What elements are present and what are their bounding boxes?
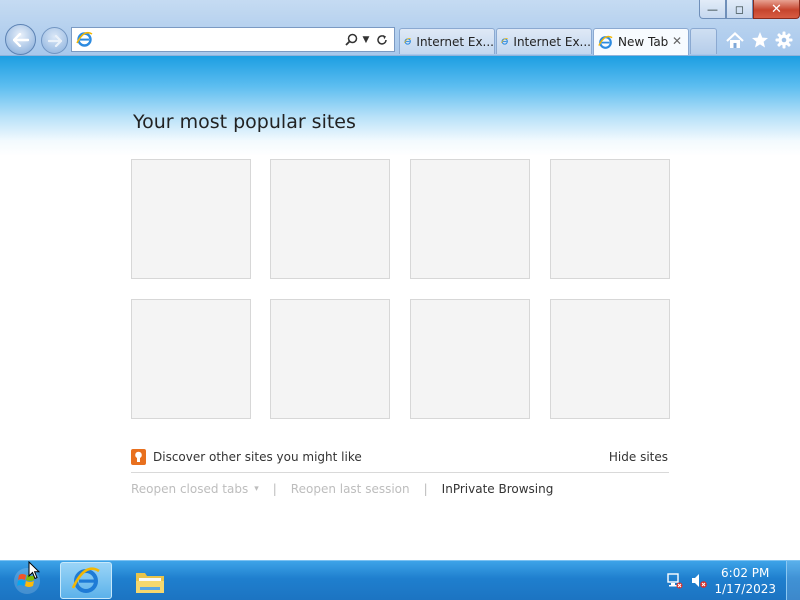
taskbar: 6:02 PM 1/17/2023 bbox=[0, 560, 800, 600]
refresh-icon[interactable] bbox=[375, 31, 389, 48]
tab-label: Internet Ex... bbox=[416, 34, 494, 49]
site-tile[interactable] bbox=[410, 159, 530, 279]
volume-muted-icon[interactable] bbox=[690, 573, 708, 589]
site-tile[interactable] bbox=[270, 159, 390, 279]
windows-explorer-icon bbox=[136, 572, 164, 593]
chevron-down-icon[interactable]: ▾ bbox=[254, 484, 259, 494]
ie-page-icon bbox=[76, 31, 93, 47]
clock-time: 6:02 PM bbox=[721, 566, 770, 580]
address-bar[interactable]: ▼ bbox=[71, 27, 395, 52]
window-controls: — ◻ ✕ bbox=[699, 0, 800, 20]
tab-new-tab[interactable]: New Tab ✕ bbox=[593, 28, 689, 55]
site-tile[interactable] bbox=[410, 299, 530, 419]
taskbar-internet-explorer[interactable] bbox=[60, 562, 112, 599]
clock-date: 1/17/2023 bbox=[714, 582, 776, 596]
site-tile[interactable] bbox=[270, 299, 390, 419]
site-tile[interactable] bbox=[131, 159, 251, 279]
network-icon[interactable] bbox=[666, 573, 684, 589]
back-button[interactable] bbox=[5, 24, 36, 55]
reopen-last-session-link[interactable]: Reopen last session bbox=[291, 482, 410, 496]
tab-internet-explorer-1[interactable]: Internet Ex... bbox=[399, 28, 495, 54]
tab-label: New Tab bbox=[618, 35, 669, 49]
lightbulb-icon bbox=[131, 449, 146, 465]
forward-button[interactable] bbox=[41, 27, 68, 54]
divider bbox=[131, 472, 669, 473]
discover-row: Discover other sites you might like Hide… bbox=[131, 449, 669, 471]
forward-arrow-icon bbox=[47, 34, 62, 47]
separator: | bbox=[272, 482, 277, 496]
reopen-closed-tabs-link[interactable]: Reopen closed tabs bbox=[131, 482, 248, 496]
ie-tab-icon bbox=[404, 38, 412, 45]
tab-internet-explorer-2[interactable]: Internet Ex... bbox=[496, 28, 592, 54]
address-input[interactable] bbox=[96, 30, 336, 49]
site-tile[interactable] bbox=[131, 299, 251, 419]
site-tile[interactable] bbox=[550, 159, 670, 279]
tab-label: Internet Ex... bbox=[513, 34, 591, 49]
taskbar-windows-explorer[interactable] bbox=[124, 562, 176, 599]
inprivate-browsing-link[interactable]: InPrivate Browsing bbox=[442, 482, 554, 496]
dropdown-icon[interactable]: ▼ bbox=[361, 31, 371, 48]
close-button[interactable]: ✕ bbox=[753, 0, 800, 19]
new-tab-page: Your most popular sites Discover other s… bbox=[0, 56, 800, 560]
discover-sites-link[interactable]: Discover other sites you might like bbox=[153, 450, 362, 464]
mouse-cursor-icon bbox=[28, 561, 40, 580]
separator: | bbox=[423, 482, 428, 496]
restore-button[interactable]: ◻ bbox=[726, 0, 753, 19]
favorites-icon[interactable] bbox=[750, 30, 770, 50]
settings-icon[interactable] bbox=[774, 30, 794, 50]
home-icon[interactable] bbox=[725, 30, 745, 50]
search-icon[interactable] bbox=[344, 31, 358, 48]
site-tile[interactable] bbox=[550, 299, 670, 419]
new-tab-button[interactable] bbox=[690, 28, 717, 54]
tab-options-row: Reopen closed tabs ▾ | Reopen last sessi… bbox=[131, 480, 553, 498]
ie-tab-icon bbox=[598, 35, 613, 49]
hide-sites-link[interactable]: Hide sites bbox=[609, 450, 668, 464]
ie-tab-icon bbox=[501, 38, 509, 45]
page-title: Your most popular sites bbox=[133, 111, 356, 133]
minimize-button[interactable]: — bbox=[699, 0, 726, 19]
internet-explorer-icon bbox=[71, 566, 100, 593]
show-desktop-button[interactable] bbox=[786, 561, 800, 600]
tab-close-icon[interactable]: ✕ bbox=[672, 34, 682, 48]
browser-chrome: — ◻ ✕ ▼ Internet Ex... Internet Ex... Ne… bbox=[0, 0, 800, 56]
back-arrow-icon bbox=[12, 32, 29, 47]
start-button[interactable] bbox=[3, 562, 51, 600]
system-clock[interactable]: 6:02 PM 1/17/2023 bbox=[714, 565, 776, 597]
